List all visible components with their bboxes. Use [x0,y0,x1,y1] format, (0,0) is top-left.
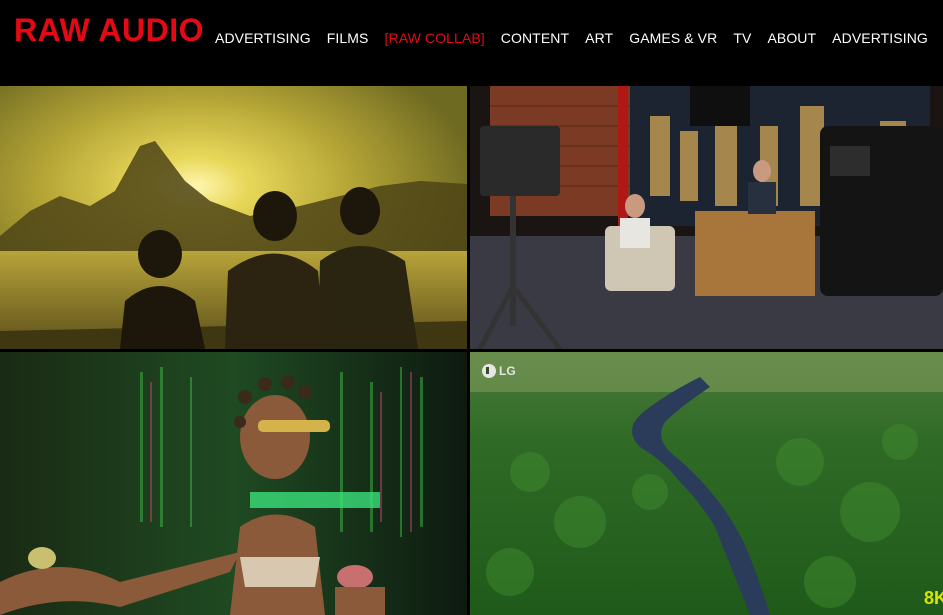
logo[interactable]: RAW AUDIO [14,12,204,49]
main-nav: ADVERTISING FILMS [RAW COLLAB] CONTENT A… [215,30,943,46]
nav-item-content[interactable]: CONTENT [501,30,569,46]
nav-item-about[interactable]: ABOUT [767,30,816,46]
nav-item-games-vr[interactable]: GAMES & VR [629,30,717,46]
nav-item-raw-collab[interactable]: [RAW COLLAB] [385,30,485,46]
project-tile-dancer[interactable] [0,352,467,615]
river-aerial-thumbnail [470,352,943,615]
nav-item-art[interactable]: ART [585,30,613,46]
project-tile-tv-studio[interactable] [470,86,943,349]
lg-logo-icon [482,364,496,378]
tv-studio-thumbnail [470,86,943,349]
nav-item-tv[interactable]: TV [733,30,751,46]
project-grid: LG 8K [0,86,943,615]
project-tile-river-aerial[interactable]: LG 8K [470,352,943,615]
site-header: RAW AUDIO ADVERTISING FILMS [RAW COLLAB]… [0,0,943,86]
dancer-thumbnail [0,352,467,615]
nav-item-advertising[interactable]: ADVERTISING [215,30,311,46]
nav-item-advertising-2[interactable]: ADVERTISING [832,30,928,46]
project-tile-sunset-beach[interactable] [0,86,467,349]
lg-logo-badge: LG [482,364,516,378]
resolution-label: 8K [923,588,943,608]
nav-item-films[interactable]: FILMS [327,30,369,46]
lg-logo-text: LG [499,364,516,378]
sunset-beach-thumbnail [0,86,467,349]
